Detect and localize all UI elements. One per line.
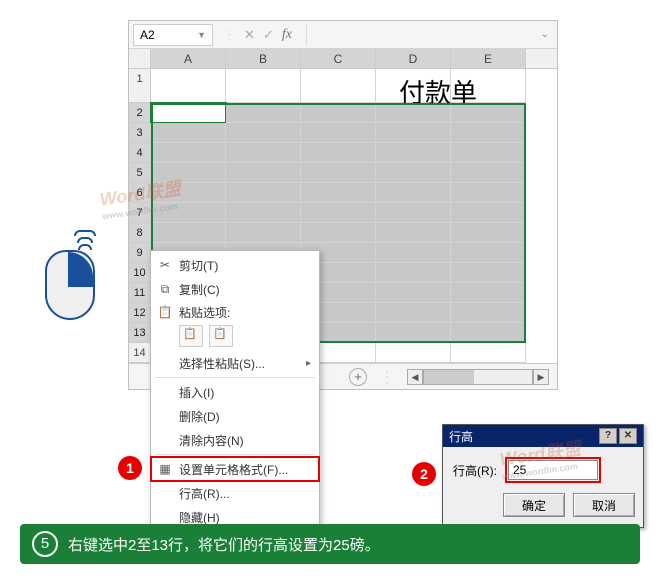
active-cell[interactable] — [151, 103, 226, 123]
menu-format-cells[interactable]: ▦设置单元格格式(F)... — [151, 457, 319, 481]
row-header[interactable]: 5 — [129, 163, 151, 183]
formula-bar: A2 ▼ ⋮ ✕ ✓ fx ⌄ — [129, 21, 557, 49]
row-height-input[interactable] — [508, 460, 598, 480]
column-header[interactable]: A — [151, 49, 226, 68]
column-header[interactable]: D — [376, 49, 451, 68]
paste-option-2[interactable] — [209, 325, 233, 347]
dialog-title: 行高 — [449, 428, 473, 445]
cancel-formula-icon[interactable]: ✕ — [244, 27, 255, 43]
row-header[interactable]: 8 — [129, 223, 151, 243]
name-box[interactable]: A2 ▼ — [133, 24, 213, 46]
cell-reference: A2 — [140, 28, 155, 42]
table-row[interactable]: 2 — [129, 103, 557, 123]
scroll-thumb[interactable] — [424, 370, 474, 384]
format-cells-icon: ▦ — [157, 462, 173, 476]
name-box-dropdown-icon[interactable]: ▼ — [197, 30, 206, 40]
table-row[interactable]: 1 — [129, 69, 557, 103]
dialog-close-button[interactable]: ✕ — [619, 428, 637, 444]
cancel-button[interactable]: 取消 — [573, 493, 635, 517]
scroll-right-icon[interactable]: ▶ — [533, 369, 549, 385]
scroll-track[interactable] — [423, 369, 533, 385]
menu-separator — [155, 454, 315, 455]
menu-separator — [155, 377, 315, 378]
horizontal-scrollbar[interactable]: ◀ ▶ — [407, 369, 549, 385]
row-header[interactable]: 12 — [129, 303, 151, 323]
context-menu: ✂剪切(T) ⧉复制(C) 📋粘贴选项: 选择性粘贴(S)... 插入(I) 删… — [150, 250, 320, 556]
table-row[interactable]: 3 — [129, 123, 557, 143]
row-header[interactable]: 6 — [129, 183, 151, 203]
menu-row-height[interactable]: 行高(R)... — [151, 481, 319, 505]
instruction-text: 右键选中2至13行，将它们的行高设置为25磅。 — [68, 534, 380, 555]
select-all-corner[interactable] — [129, 49, 151, 68]
row-header[interactable]: 3 — [129, 123, 151, 143]
menu-paste-special[interactable]: 选择性粘贴(S)... — [151, 351, 319, 375]
row-header[interactable]: 13 — [129, 323, 151, 343]
column-headers: A B C D E — [129, 49, 557, 69]
row-header[interactable]: 10 — [129, 263, 151, 283]
paste-options-row — [151, 323, 319, 351]
menu-clear-contents[interactable]: 清除内容(N) — [151, 428, 319, 452]
step-number: 5 — [32, 531, 58, 557]
fx-icon[interactable]: fx — [282, 27, 292, 43]
formula-bar-icons: ⋮ ✕ ✓ fx — [217, 27, 298, 43]
menu-cut[interactable]: ✂剪切(T) — [151, 253, 319, 277]
dialog-help-button[interactable]: ? — [599, 428, 617, 444]
column-header[interactable]: E — [451, 49, 526, 68]
mouse-illustration — [30, 230, 110, 330]
annotation-badge-2: 2 — [412, 462, 436, 486]
add-sheet-button[interactable]: + — [349, 368, 367, 386]
formula-bar-expand-icon[interactable]: ⌄ — [537, 29, 553, 40]
row-height-label: 行高(R): — [453, 462, 497, 479]
row-header[interactable]: 9 — [129, 243, 151, 263]
paste-option-1[interactable] — [179, 325, 203, 347]
menu-copy[interactable]: ⧉复制(C) — [151, 277, 319, 301]
ok-button[interactable]: 确定 — [503, 493, 565, 517]
row-header[interactable]: 11 — [129, 283, 151, 303]
menu-insert[interactable]: 插入(I) — [151, 380, 319, 404]
row-header[interactable]: 14 — [129, 343, 151, 363]
annotation-highlight-input — [505, 457, 601, 483]
menu-paste-options-header: 📋粘贴选项: — [151, 301, 319, 323]
row-header[interactable]: 2 — [129, 103, 151, 123]
column-header[interactable]: C — [301, 49, 376, 68]
column-header[interactable]: B — [226, 49, 301, 68]
table-row[interactable]: 6 — [129, 183, 557, 203]
paste-icon: 📋 — [157, 305, 173, 319]
menu-delete[interactable]: 删除(D) — [151, 404, 319, 428]
right-click-highlight — [68, 252, 93, 287]
table-row[interactable]: 8 — [129, 223, 557, 243]
row-header[interactable]: 1 — [129, 69, 151, 103]
row-header[interactable]: 4 — [129, 143, 151, 163]
copy-icon: ⧉ — [157, 282, 173, 297]
table-row[interactable]: 7 — [129, 203, 557, 223]
accept-formula-icon[interactable]: ✓ — [263, 27, 274, 43]
row-header[interactable]: 7 — [129, 203, 151, 223]
annotation-badge-1: 1 — [118, 456, 142, 480]
cut-icon: ✂ — [157, 258, 173, 272]
table-row[interactable]: 5 — [129, 163, 557, 183]
instruction-bar: 5 右键选中2至13行，将它们的行高设置为25磅。 — [20, 524, 640, 564]
dialog-titlebar[interactable]: 行高 ? ✕ — [443, 425, 643, 447]
scroll-left-icon[interactable]: ◀ — [407, 369, 423, 385]
table-row[interactable]: 4 — [129, 143, 557, 163]
row-height-dialog: 行高 ? ✕ 行高(R): 确定 取消 — [442, 424, 644, 528]
formula-input[interactable] — [306, 24, 533, 46]
